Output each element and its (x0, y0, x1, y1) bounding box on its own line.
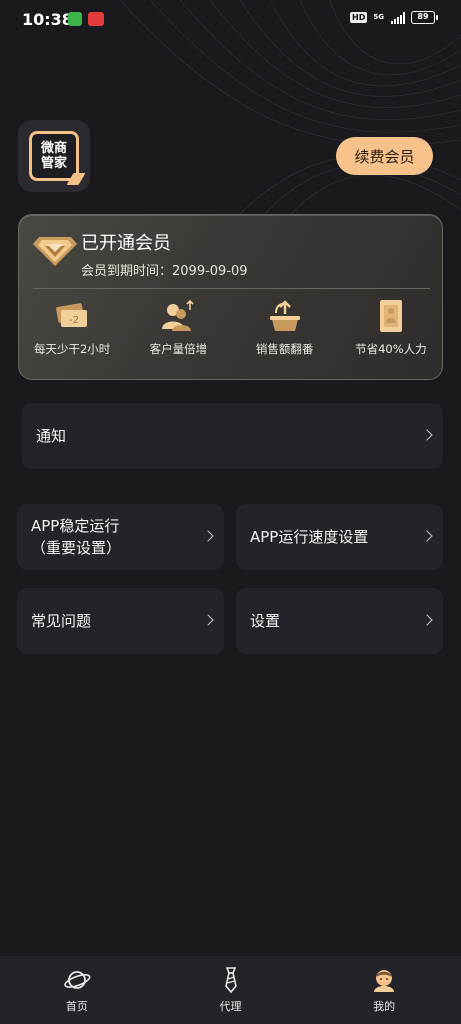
customers-up-icon (162, 299, 194, 331)
tie-icon (224, 967, 237, 994)
benefit-item: -2 每天少干2小时 (19, 297, 125, 367)
benefit-item: 节省40%人力 (338, 297, 444, 367)
nav-mine-label: 我的 (373, 1000, 396, 1013)
app-logo: 微商 管家 (18, 120, 90, 192)
notification-app-icon (68, 12, 82, 26)
app-speed-setting-item[interactable]: APP运行速度设置 (236, 504, 443, 570)
logo-mark: 微商 管家 (29, 131, 79, 181)
benefit-label: 节省40%人力 (355, 342, 427, 356)
hd-icon: HD (350, 12, 368, 23)
settings-item[interactable]: 设置 (236, 588, 443, 654)
benefits-row: -2 每天少干2小时 客户量倍增 销售额翻番 节省40%人力 (19, 297, 444, 367)
user-icon (374, 970, 395, 992)
member-status-title: 已开通会员 (81, 233, 171, 254)
diamond-icon (33, 237, 77, 266)
app-speed-label: APP运行速度设置 (250, 528, 369, 546)
settings-label: 设置 (250, 612, 281, 630)
bottom-nav: 首页 代理 我的 (0, 956, 461, 1024)
ticket-minus-icon: -2 (56, 303, 88, 327)
notice-item[interactable]: 通知 (22, 403, 443, 469)
chevron-right-icon (202, 530, 214, 542)
member-expiry-date: 会员到期时间：2099-09-09 (81, 264, 248, 279)
member-card: 已开通会员 会员到期时间：2099-09-09 -2 每天少干2小时 客户量倍增 (18, 214, 443, 380)
app-stable-label-line2: （重要设置） (31, 539, 122, 557)
save-manpower-icon (379, 300, 402, 332)
benefit-item: 客户量倍增 (125, 297, 231, 367)
renew-membership-button[interactable]: 续费会员 (336, 137, 433, 175)
nav-home-label: 首页 (65, 1000, 88, 1013)
notice-label: 通知 (36, 427, 67, 445)
logo-text-line2: 管家 (40, 156, 67, 171)
network-label: 5G (373, 13, 384, 21)
svg-text:-2: -2 (69, 315, 79, 326)
nav-home[interactable]: 首页 (0, 956, 154, 1024)
chevron-right-icon (421, 530, 433, 542)
chevron-right-icon (202, 614, 214, 626)
chevron-right-icon (421, 429, 433, 441)
planet-icon (64, 971, 91, 989)
status-bar: 10:38 HD 5G 89 (0, 0, 461, 40)
nav-agent[interactable]: 代理 (154, 956, 308, 1024)
app-stable-label-line1: APP稳定运行 (31, 517, 120, 535)
battery-icon: 89 (411, 11, 438, 24)
status-right-group: HD 5G 89 (350, 11, 438, 24)
card-divider (33, 288, 430, 289)
faq-item[interactable]: 常见问题 (17, 588, 224, 654)
app-stable-run-item[interactable]: APP稳定运行 （重要设置） (17, 504, 224, 570)
chevron-right-icon (421, 614, 433, 626)
signal-icon (391, 11, 405, 24)
sales-basket-icon (269, 300, 300, 331)
nav-agent-label: 代理 (219, 1000, 242, 1013)
benefit-item: 销售额翻番 (232, 297, 338, 367)
faq-label: 常见问题 (31, 612, 92, 630)
benefit-label: 客户量倍增 (149, 342, 208, 356)
status-time: 10:38 (22, 10, 73, 29)
benefit-label: 销售额翻番 (255, 342, 314, 356)
logo-text-line1: 微商 (40, 141, 67, 156)
benefit-label: 每天少干2小时 (33, 342, 111, 356)
nav-mine[interactable]: 我的 (307, 956, 461, 1024)
notification-app-icon-2 (88, 12, 104, 26)
app-stable-label: APP稳定运行 （重要设置） (31, 515, 121, 559)
